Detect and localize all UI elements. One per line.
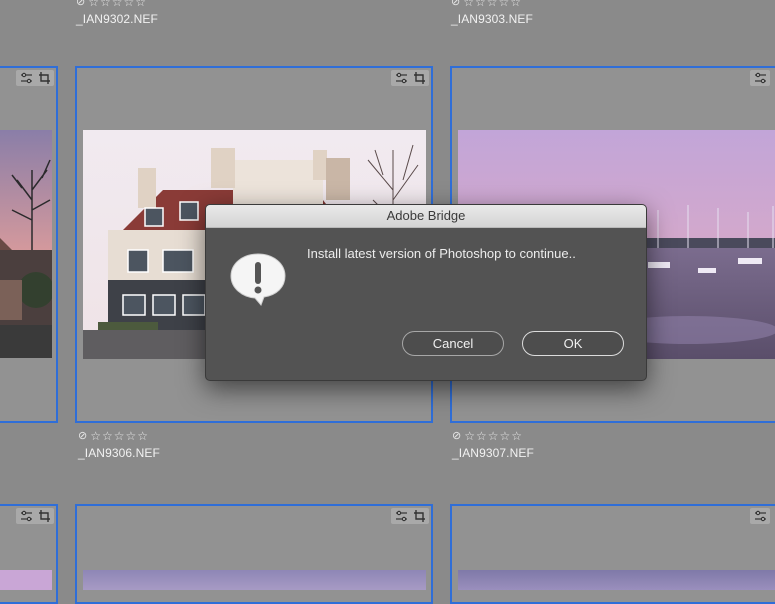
- star-icon[interactable]: ☆: [475, 0, 486, 9]
- star-icon[interactable]: ☆: [124, 0, 135, 9]
- reject-icon[interactable]: ⊘: [78, 429, 87, 443]
- rating-stars[interactable]: ⊘ ☆ ☆ ☆ ☆ ☆: [452, 429, 534, 443]
- sliders-icon: [752, 71, 768, 85]
- badge-group: [750, 508, 770, 524]
- filename-label: _IAN9302.NEF: [76, 12, 158, 26]
- sliders-icon: [18, 71, 34, 85]
- filename-label: _IAN9306.NEF: [78, 446, 160, 460]
- thumbnail-image: [0, 570, 52, 590]
- cancel-button[interactable]: Cancel: [402, 331, 504, 356]
- star-icon[interactable]: ☆: [487, 0, 498, 9]
- star-icon[interactable]: ☆: [463, 0, 474, 9]
- filename-label: _IAN9307.NEF: [452, 446, 534, 460]
- sliders-icon: [752, 509, 768, 523]
- thumbnail-cell-left-partial[interactable]: [0, 66, 58, 423]
- dialog-title: Adobe Bridge: [206, 205, 646, 228]
- filename-label: _IAN9303.NEF: [451, 12, 533, 26]
- rating-stars[interactable]: ⊘ ☆ ☆ ☆ ☆ ☆: [76, 0, 158, 9]
- star-icon[interactable]: ☆: [510, 0, 521, 9]
- thumbnail-image: [83, 570, 426, 590]
- thumbnail-meta-9302: ⊘ ☆ ☆ ☆ ☆ ☆ _IAN9302.NEF: [76, 0, 158, 26]
- thumbnail-meta-9306: ⊘ ☆ ☆ ☆ ☆ ☆ _IAN9306.NEF: [78, 429, 160, 460]
- star-icon[interactable]: ☆: [476, 429, 487, 443]
- reject-icon[interactable]: ⊘: [451, 0, 460, 9]
- star-icon[interactable]: ☆: [511, 429, 522, 443]
- star-icon[interactable]: ☆: [100, 0, 111, 9]
- reject-icon[interactable]: ⊘: [76, 0, 85, 9]
- star-icon[interactable]: ☆: [135, 0, 146, 9]
- alert-icon: [228, 250, 288, 306]
- thumbnail-image: [458, 570, 775, 590]
- alert-dialog: Adobe Bridge Install latest version of P…: [205, 204, 647, 381]
- star-icon[interactable]: ☆: [500, 429, 511, 443]
- star-icon[interactable]: ☆: [488, 429, 499, 443]
- star-icon[interactable]: ☆: [102, 429, 113, 443]
- crop-icon: [36, 509, 52, 523]
- dialog-message: Install latest version of Photoshop to c…: [307, 246, 576, 261]
- sliders-icon: [393, 71, 409, 85]
- star-icon[interactable]: ☆: [114, 429, 125, 443]
- star-icon[interactable]: ☆: [126, 429, 137, 443]
- thumbnail-meta-9307: ⊘ ☆ ☆ ☆ ☆ ☆ _IAN9307.NEF: [452, 429, 534, 460]
- crop-icon: [411, 509, 427, 523]
- badge-group: [16, 508, 54, 524]
- sliders-icon: [18, 509, 34, 523]
- badge-group: [750, 70, 770, 86]
- crop-icon: [36, 71, 52, 85]
- thumbnail-image: [0, 130, 52, 358]
- thumbnail-cell-bottom-right[interactable]: [450, 504, 775, 604]
- thumbnail-cell-bottom-left[interactable]: [0, 504, 58, 604]
- star-icon[interactable]: ☆: [137, 429, 148, 443]
- thumbnail-meta-9303: ⊘ ☆ ☆ ☆ ☆ ☆ _IAN9303.NEF: [451, 0, 533, 26]
- badge-group: [16, 70, 54, 86]
- star-icon[interactable]: ☆: [464, 429, 475, 443]
- reject-icon[interactable]: ⊘: [452, 429, 461, 443]
- star-icon[interactable]: ☆: [90, 429, 101, 443]
- ok-button[interactable]: OK: [522, 331, 624, 356]
- thumbnail-cell-bottom-middle[interactable]: [75, 504, 433, 604]
- star-icon[interactable]: ☆: [112, 0, 123, 9]
- rating-stars[interactable]: ⊘ ☆ ☆ ☆ ☆ ☆: [78, 429, 160, 443]
- badge-group: [391, 508, 429, 524]
- crop-icon: [411, 71, 427, 85]
- star-icon[interactable]: ☆: [88, 0, 99, 9]
- star-icon[interactable]: ☆: [499, 0, 510, 9]
- badge-group: [391, 70, 429, 86]
- rating-stars[interactable]: ⊘ ☆ ☆ ☆ ☆ ☆: [451, 0, 533, 9]
- sliders-icon: [393, 509, 409, 523]
